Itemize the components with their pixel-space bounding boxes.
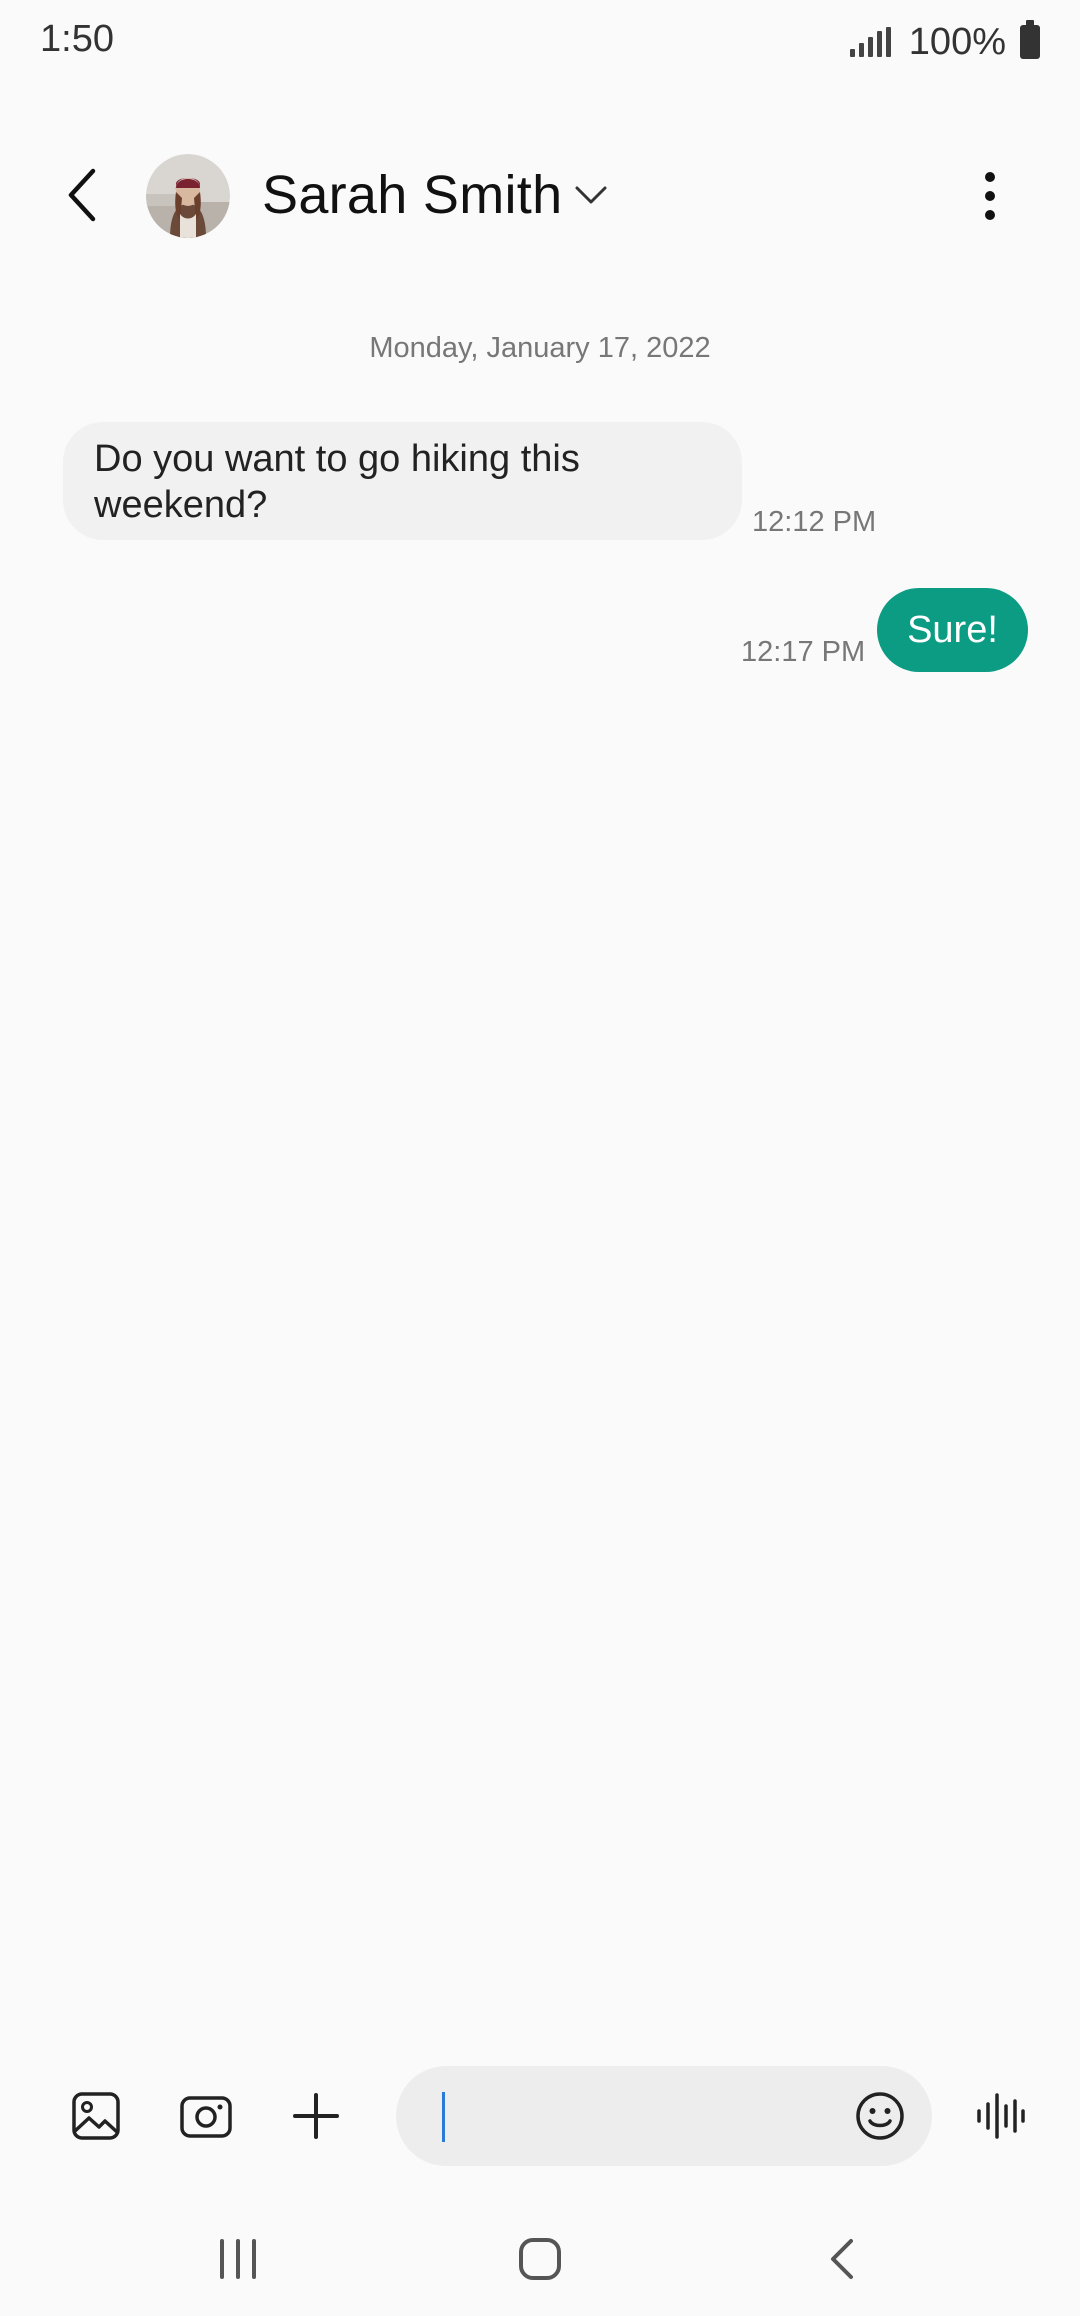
avatar-image (146, 154, 230, 238)
date-separator: Monday, January 17, 2022 (369, 332, 711, 364)
home-icon (519, 2238, 561, 2280)
back-button[interactable] (50, 162, 116, 228)
camera-button[interactable] (174, 2084, 238, 2148)
contact-name-button[interactable]: Sarah Smith (262, 160, 608, 230)
nav-back-button[interactable] (797, 2224, 887, 2294)
gallery-button[interactable] (64, 2084, 128, 2148)
outgoing-message-bubble[interactable]: Sure! (877, 588, 1028, 672)
more-options-button[interactable] (960, 166, 1020, 226)
status-bar: 1:50 100% (0, 0, 1080, 84)
voice-record-button[interactable] (968, 2084, 1032, 2148)
incoming-message-time: 12:12 PM (752, 506, 877, 538)
gallery-icon (72, 2092, 120, 2140)
recent-apps-button[interactable] (193, 2224, 283, 2294)
message-composer (0, 2060, 1080, 2170)
camera-icon (180, 2096, 232, 2138)
plus-icon (293, 2093, 339, 2139)
message-input[interactable] (442, 2086, 832, 2146)
more-vertical-icon (985, 172, 995, 220)
emoji-icon (856, 2092, 904, 2140)
status-indicators: 100% (849, 18, 1040, 66)
system-navigation-bar (0, 2210, 1080, 2316)
messaging-screen: 1:50 100% Sarah Smith Monday, January 17… (0, 0, 1080, 2316)
home-button[interactable] (495, 2224, 585, 2294)
status-time: 1:50 (40, 18, 114, 60)
back-icon (831, 2239, 853, 2279)
contact-avatar[interactable] (146, 154, 230, 238)
voice-recorder-icon (977, 2093, 1025, 2139)
contact-name: Sarah Smith (262, 165, 563, 225)
back-arrow-icon (68, 168, 96, 222)
chevron-down-icon (575, 186, 607, 204)
text-cursor (442, 2092, 445, 2142)
signal-icon (849, 27, 891, 57)
recent-apps-icon (220, 2239, 256, 2279)
emoji-button[interactable] (852, 2088, 908, 2144)
attach-button[interactable] (284, 2084, 348, 2148)
battery-percent: 100% (908, 20, 1006, 63)
message-input-container[interactable] (396, 2066, 932, 2166)
battery-icon (1020, 20, 1040, 59)
outgoing-message-time: 12:17 PM (741, 636, 866, 668)
incoming-message-bubble[interactable]: Do you want to go hiking this weekend? (63, 422, 742, 540)
conversation-header: Sarah Smith (0, 140, 1080, 250)
